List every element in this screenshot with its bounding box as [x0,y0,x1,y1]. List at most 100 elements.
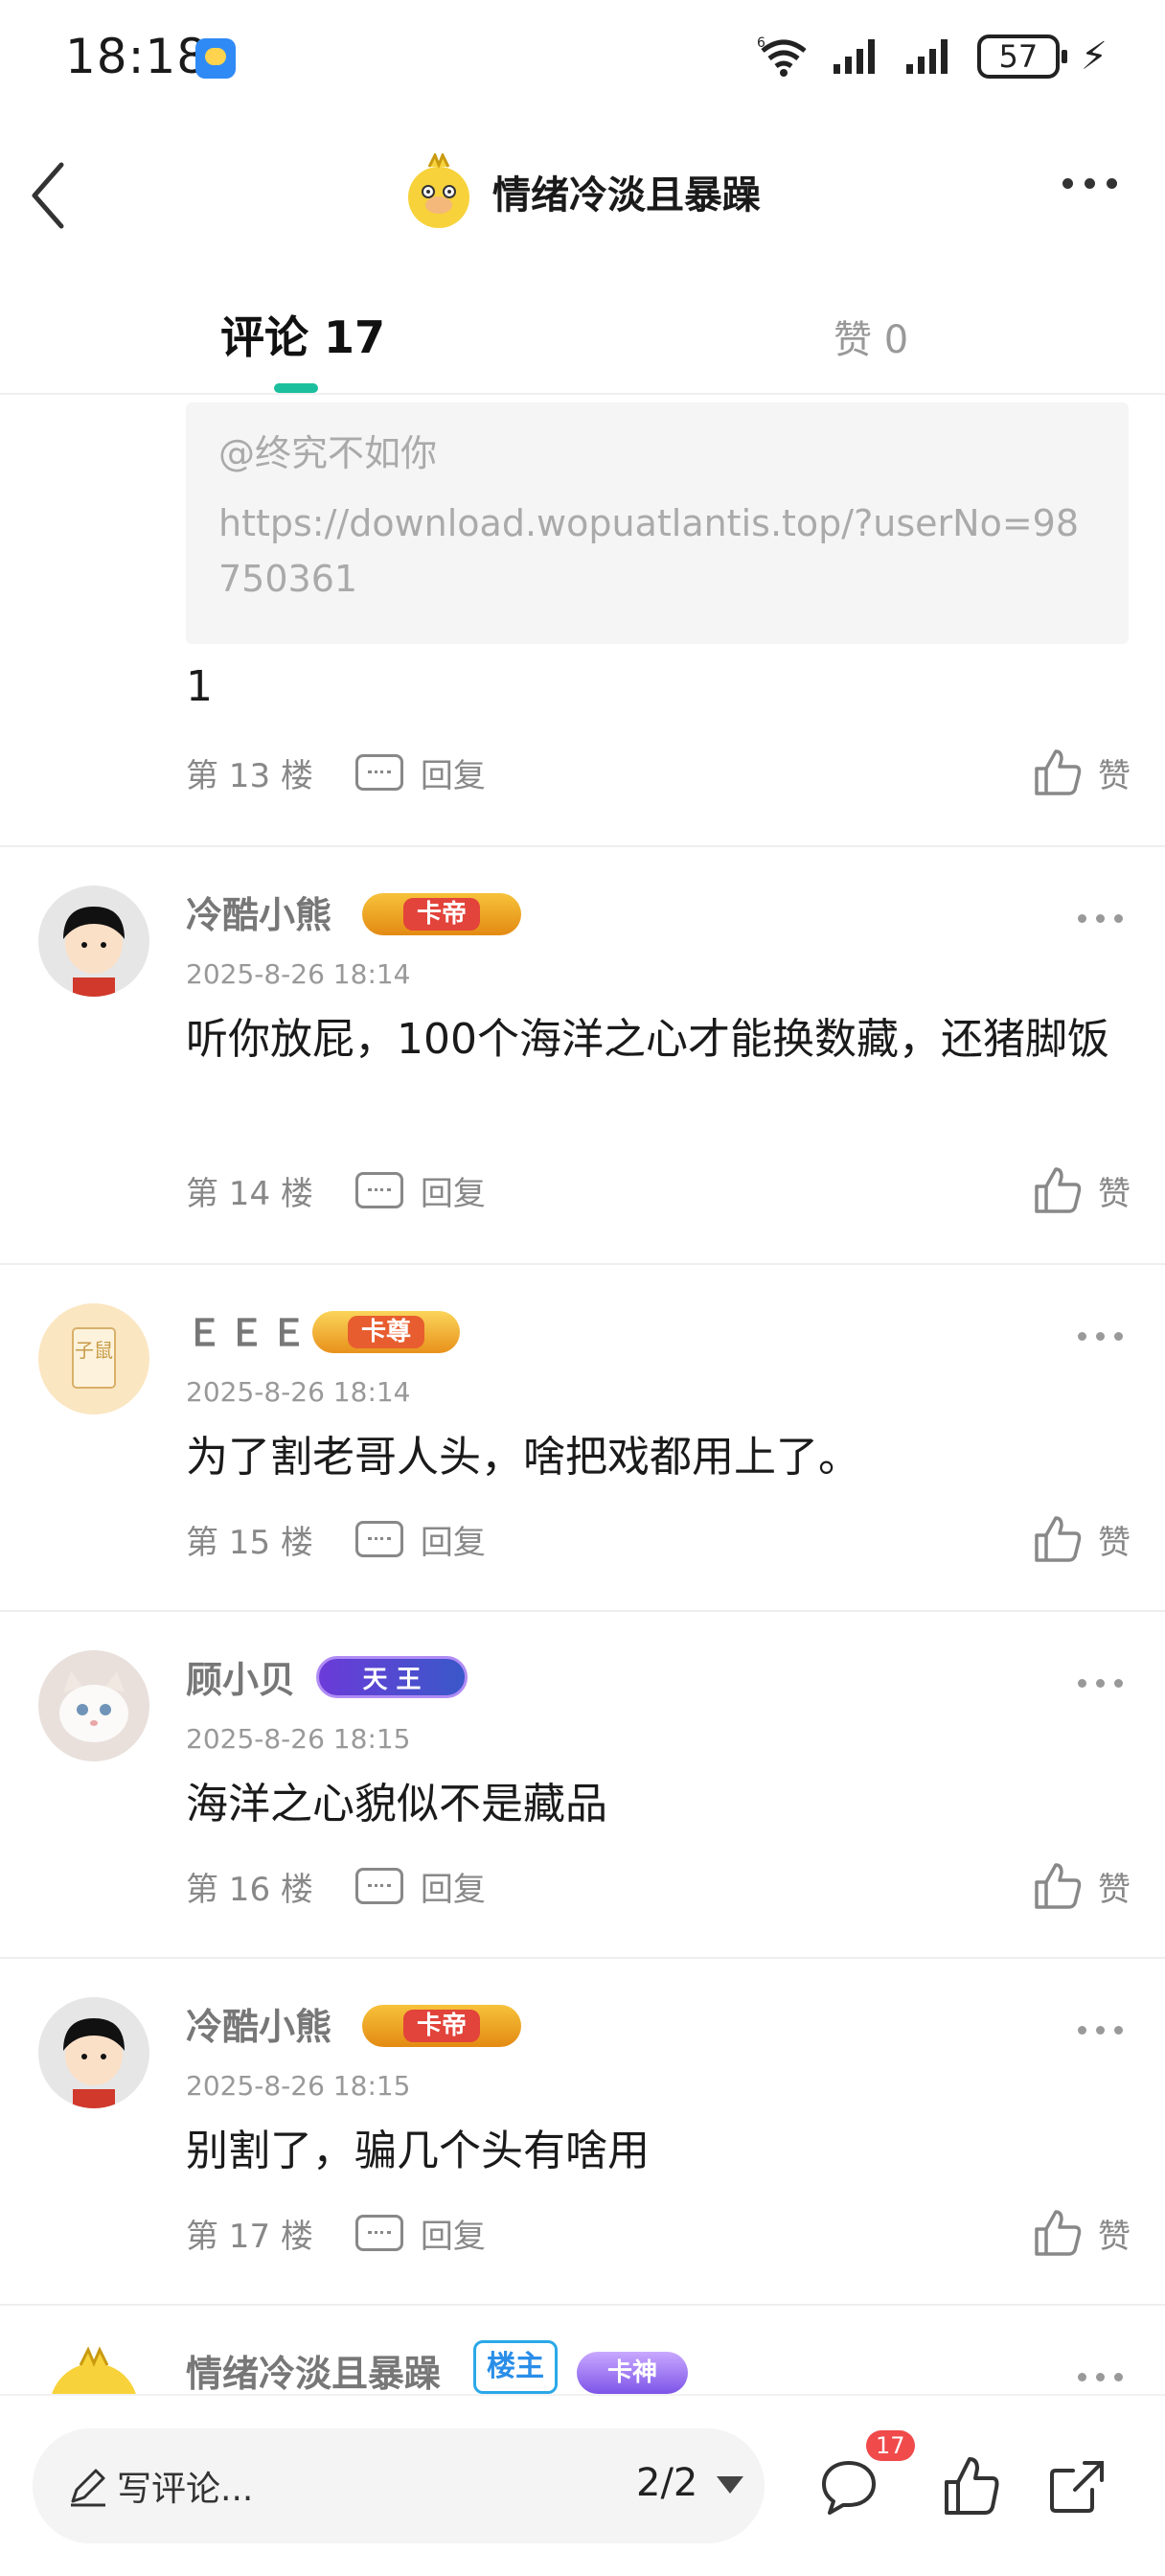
floor-label: 第 14 楼 [186,1174,313,1213]
nav-title-group[interactable]: 情绪冷淡且暴躁 [400,153,761,230]
level-badge-label: 卡尊 [347,1316,424,1348]
tab-likes[interactable]: 赞 0 [834,309,908,364]
like-button[interactable]: 赞 [1033,748,1131,797]
user-avatar[interactable]: 子鼠 [38,1303,149,1414]
user-name[interactable]: 冷酷小熊 [186,886,331,938]
comment-input-placeholder: 写评论... [117,2470,254,2509]
charging-icon: ⚡ [1080,34,1108,79]
tab-bar: 评论 17 赞 0 [0,288,1165,395]
quoted-comment[interactable]: @终究不如你 https://download.wopuatlantis.top… [186,402,1129,644]
user-name[interactable]: 顾小贝 [186,1650,295,1703]
reply-icon [354,1868,403,1904]
like-button[interactable]: 赞 [1033,1861,1131,1911]
like-label: 赞 [1098,2217,1131,2256]
status-time: 18:18 [65,29,209,84]
thumb-up-icon [1035,2210,1082,2256]
thumb-up-icon [1035,749,1082,795]
floor-label: 第 16 楼 [186,1870,313,1909]
user-name[interactable]: ＥＥＥ [186,1303,312,1356]
comment-icon[interactable] [818,2457,879,2518]
comment-footer: 第 16 楼 回复 赞 [186,1857,1131,1915]
comment-more-icon[interactable] [1078,1679,1123,1688]
share-icon[interactable] [1046,2455,1108,2517]
reply-button[interactable]: 回复 [354,1516,486,1563]
wifi-label: 6 [757,35,765,51]
comment-item: 顾小贝 天 王 2025-8-26 18:15 海洋之心貌似不是藏品 第 16 … [0,1610,1165,1957]
back-icon[interactable] [27,157,75,234]
user-avatar[interactable] [38,886,149,997]
reply-icon [354,754,403,791]
tab-comments[interactable]: 评论 17 [220,303,385,366]
like-label: 赞 [1098,1523,1131,1562]
comment-time: 2025-8-26 18:15 [186,1723,411,1755]
comment-footer: 第 15 楼 回复 赞 [186,1510,1131,1568]
level-badge: 卡帝 [362,2005,521,2047]
level-badge: 天 王 [316,1656,468,1698]
like-button[interactable]: 赞 [1033,1165,1131,1215]
signal-icon [833,39,875,74]
reply-icon [354,1172,403,1208]
chevron-down-icon[interactable] [717,2476,743,2494]
thumb-up-icon [1035,1167,1082,1213]
reply-label: 回复 [420,1523,486,1562]
like-button[interactable]: 赞 [1033,1514,1131,1564]
like-label: 赞 [1098,1174,1131,1213]
comment-input[interactable]: 写评论... 2/2 [33,2428,765,2543]
nav-title: 情绪冷淡且暴躁 [492,173,761,218]
weather-app-icon [195,38,236,79]
reply-button[interactable]: 回复 [354,2210,486,2257]
bottom-bar: 写评论... 2/2 17 [0,2394,1165,2576]
user-name[interactable]: 冷酷小熊 [186,1997,331,2050]
floor-label: 第 15 楼 [186,1523,313,1562]
comment-text: 为了割老哥人头，啥把戏都用上了。 [186,1433,860,1482]
quoted-link[interactable]: https://download.wopuatlantis.top/?userN… [218,495,1096,607]
status-bar: 18:18 6 57 ⚡ [0,0,1165,115]
user-avatar[interactable] [38,2344,149,2394]
more-icon[interactable] [1062,178,1117,189]
thumb-up-icon [1035,1863,1082,1909]
reply-button[interactable]: 回复 [354,1863,486,1910]
comment-more-icon[interactable] [1078,914,1123,923]
comment-footer: 第 13 楼 回复 赞 [186,744,1131,801]
comment-more-icon[interactable] [1078,1332,1123,1341]
user-avatar[interactable] [38,1997,149,2108]
comment-footer: 第 14 楼 回复 赞 [186,1162,1131,1219]
avatar-text: 子鼠 [75,1339,113,1362]
level-badge-label: 卡帝 [402,2010,480,2042]
comment-count-badge: 17 [866,2430,915,2461]
level-badge-label: 卡帝 [402,898,480,931]
level-badge: 卡尊 [312,1311,460,1353]
like-label: 赞 [1098,756,1131,795]
comment-item: 子鼠 ＥＥＥ 卡尊 2025-8-26 18:14 为了割老哥人头，啥把戏都用上… [0,1263,1165,1610]
like-button[interactable]: 赞 [1033,2208,1131,2258]
author-avatar[interactable] [400,153,477,230]
reply-label: 回复 [420,1870,486,1909]
like-label: 赞 [1098,1870,1131,1909]
user-avatar[interactable] [38,1650,149,1761]
comment-more-icon[interactable] [1078,2026,1123,2035]
user-name[interactable]: 情绪冷淡且暴躁 [186,2344,441,2394]
pen-icon [71,2469,105,2507]
comment-item: 冷酷小熊 卡帝 2025-8-26 18:14 听你放屁，100个海洋之心才能换… [0,845,1165,1263]
battery-level: 57 [998,38,1039,75]
top-nav: 情绪冷淡且暴躁 [0,115,1165,268]
owner-badge: 楼主 [473,2340,558,2394]
wifi-icon: 6 [757,35,807,77]
comment-text: 别割了，骗几个头有啥用 [186,2127,650,2175]
floor-label: 第 17 楼 [186,2217,313,2256]
quoted-user[interactable]: @终究不如你 [218,424,1096,476]
comment-text: 听你放屁，100个海洋之心才能换数藏，还猪脚饭 [186,1015,1109,1064]
reply-icon [354,1521,403,1557]
reply-button[interactable]: 回复 [354,1167,486,1214]
page-indicator[interactable]: 2/2 [636,2461,697,2505]
comment-text: 1 [186,662,213,711]
reply-button[interactable]: 回复 [354,749,486,796]
reply-label: 回复 [420,756,486,795]
comment-more-icon[interactable] [1078,2373,1123,2381]
level-badge: 卡帝 [362,893,521,935]
reply-icon [354,2215,403,2251]
comment-time: 2025-8-26 18:14 [186,1376,411,1408]
comment-text: 海洋之心貌似不是藏品 [186,1780,607,1828]
thumb-up-icon[interactable] [943,2455,1000,2517]
reply-label: 回复 [420,1174,486,1213]
